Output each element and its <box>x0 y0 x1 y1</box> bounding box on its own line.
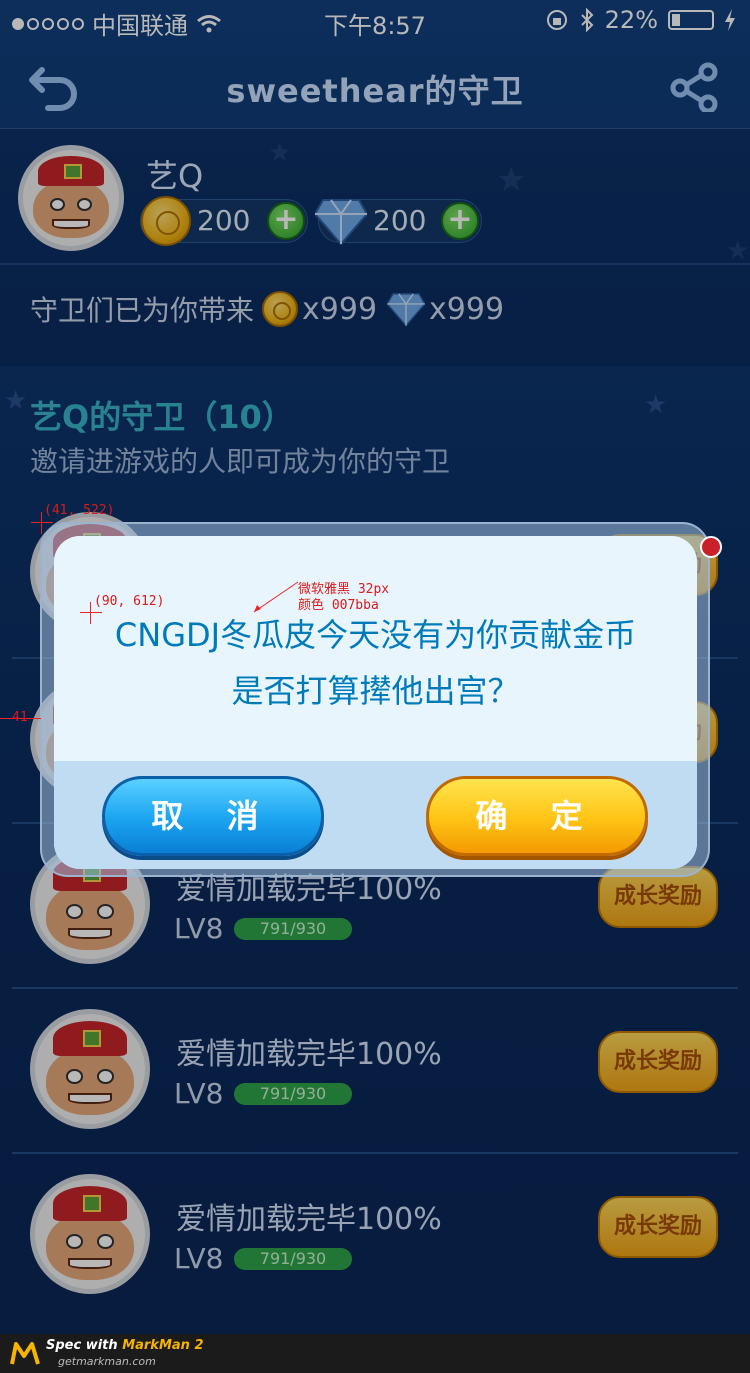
marker-crosshair <box>80 612 102 613</box>
dialog-message-line2: 是否打算撵他出宫？ <box>231 672 520 710</box>
marker-crosshair <box>41 512 42 534</box>
confirm-button[interactable]: 确 定 <box>426 776 648 856</box>
marker-crosshair <box>31 522 53 523</box>
screen: ★ ★ ★ ★ ★ 中国联通 下午8:57 22% sweethear的守卫 艺… <box>0 0 750 1373</box>
marker-margin-label: 41 <box>12 710 28 725</box>
marker-arrow <box>253 581 299 613</box>
marker-color-note: 颜色 007bba <box>298 598 379 613</box>
marker-point-label: (41, 522) <box>44 503 115 518</box>
markman-logo-icon <box>10 1342 40 1365</box>
dialog-message-line1: CNGDJ冬瓜皮今天没有为你贡献金币 <box>114 616 637 654</box>
marker-crosshair <box>90 602 91 624</box>
footer-url: getmarkman.com <box>58 1355 156 1368</box>
marker-point-label: (90, 612) <box>94 594 165 609</box>
footer-brand: Spec with MarkMan 2 <box>46 1338 204 1353</box>
notification-dot <box>700 536 722 558</box>
markman-footer: Spec with MarkMan 2 getmarkman.com <box>0 1334 750 1373</box>
cancel-button[interactable]: 取 消 <box>102 776 324 856</box>
